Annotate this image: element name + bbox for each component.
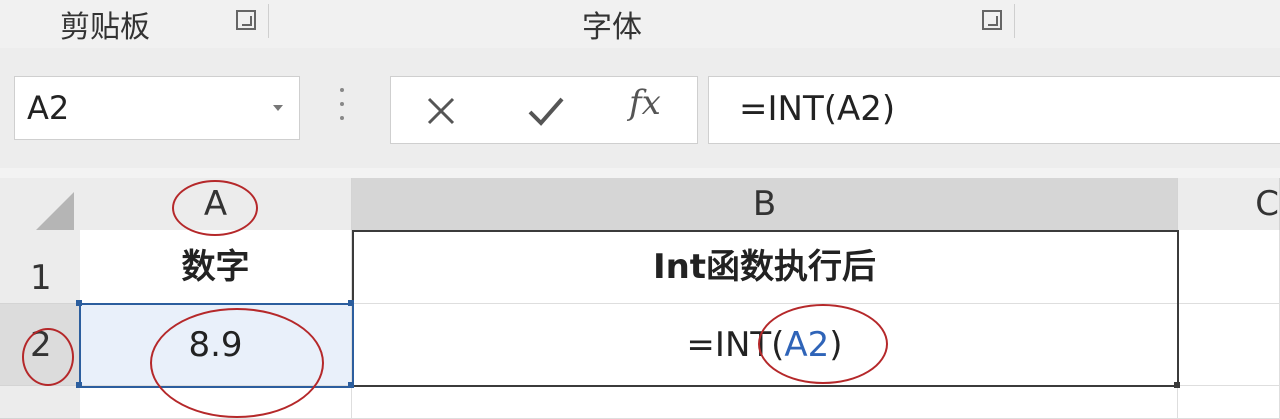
selection-handle[interactable]: [76, 300, 82, 306]
cell-c1[interactable]: [1178, 230, 1280, 304]
clipboard-group-label: 剪贴板: [60, 10, 150, 45]
check-icon[interactable]: [527, 95, 565, 127]
selection-handle[interactable]: [76, 382, 82, 388]
cell-a2[interactable]: 8.9: [80, 304, 352, 386]
cell-b1[interactable]: Int函数执行后: [352, 230, 1178, 304]
selection-handle[interactable]: [348, 300, 354, 306]
cell-c2[interactable]: [1178, 304, 1280, 386]
insert-function-icon[interactable]: fx: [629, 83, 661, 123]
row-header-1[interactable]: 1: [0, 230, 80, 304]
font-group-label: 字体: [582, 10, 642, 45]
spreadsheet-grid: A B C 1 2 数字 Int函数执行后 8.9 =INT(A2): [0, 168, 1280, 419]
formula-name: =INT: [686, 325, 772, 365]
formula-close-paren: ): [829, 325, 843, 365]
drag-handle-icon[interactable]: [338, 88, 346, 128]
close-icon[interactable]: [425, 95, 457, 127]
column-header-a[interactable]: A: [80, 178, 352, 230]
row-header-2[interactable]: 2: [0, 304, 80, 386]
ribbon-divider: [1014, 4, 1015, 38]
column-header-b[interactable]: B: [352, 178, 1178, 230]
column-header-c[interactable]: C: [1178, 178, 1280, 230]
select-all-corner[interactable]: [0, 178, 80, 230]
name-box[interactable]: A2: [14, 76, 300, 140]
formula-text: =INT(A2): [739, 89, 896, 129]
font-dialog-launcher-icon[interactable]: [982, 10, 1002, 30]
fill-handle[interactable]: [348, 382, 354, 388]
clipboard-dialog-launcher-icon[interactable]: [236, 10, 256, 30]
chevron-down-icon[interactable]: [273, 105, 283, 111]
cell-b2[interactable]: =INT(A2): [352, 304, 1178, 386]
cell-reference: A2: [784, 325, 830, 365]
cell-a1[interactable]: 数字: [80, 230, 352, 304]
name-box-value: A2: [27, 89, 70, 127]
formula-buttons: fx: [390, 76, 698, 144]
ribbon-group-labels: 剪贴板 字体: [0, 0, 1280, 49]
formula-input[interactable]: =INT(A2): [708, 76, 1280, 144]
cell-a3[interactable]: [80, 386, 352, 419]
cell-b3[interactable]: [352, 386, 1178, 419]
ribbon-divider: [268, 4, 269, 38]
cell-c3[interactable]: [1178, 386, 1280, 419]
fill-handle[interactable]: [1174, 382, 1180, 388]
formula-bar: A2 fx =INT(A2): [0, 48, 1280, 168]
row-header-3[interactable]: [0, 386, 80, 419]
formula-open-paren: (: [771, 325, 785, 365]
